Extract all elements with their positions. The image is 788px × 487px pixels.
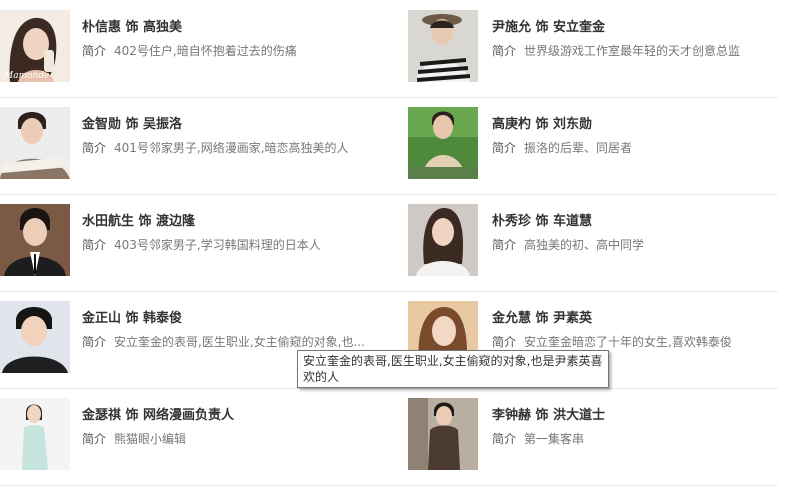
desc-text: 安立奎金的表哥,医生职业,女主偷窥的对象,也... <box>114 335 365 349</box>
desc-label: 简介 <box>82 44 107 58</box>
cast-desc: 简介 第一集客串 <box>492 430 584 447</box>
cast-row: Mamonde 朴信惠 饰 高独美 简介 402号住户,暗自怀抱着过去的伤痛 尹… <box>0 0 778 98</box>
desc-text: 安立奎金暗恋了十年的女生,喜欢韩泰俊 <box>524 335 732 349</box>
actor-photo[interactable] <box>0 107 70 179</box>
cast-item[interactable]: 水田航生 饰 渡边隆 简介 403号邻家男子,学习韩国料理的日本人 <box>0 204 400 276</box>
cast-name[interactable]: 朴秀珍 饰 车道慧 <box>492 210 592 229</box>
desc-text: 403号邻家男子,学习韩国料理的日本人 <box>114 238 321 252</box>
cast-desc: 简介 振洛的后辈、同居者 <box>492 139 632 156</box>
cast-item[interactable]: 李钟赫 饰 洪大道士 简介 第一集客串 <box>408 398 778 470</box>
actor-photo[interactable] <box>408 10 478 82</box>
desc-text: 401号邻家男子,网络漫画家,暗恋高独美的人 <box>114 141 349 155</box>
cast-name[interactable]: 金瑟祺 饰 网络漫画负责人 <box>82 404 234 423</box>
cast-name[interactable]: 金智勋 饰 吴振洛 <box>82 113 182 132</box>
desc-label: 简介 <box>82 335 107 349</box>
cast-name[interactable]: 李钟赫 饰 洪大道士 <box>492 404 605 423</box>
cast-desc: 简介 高独美的初、高中同学 <box>492 236 644 253</box>
cast-row: 水田航生 饰 渡边隆 简介 403号邻家男子,学习韩国料理的日本人 朴秀珍 饰 车… <box>0 194 778 292</box>
desc-text: 402号住户,暗自怀抱着过去的伤痛 <box>114 44 297 58</box>
description-tooltip: 安立奎金的表哥,医生职业,女主偷窥的对象,也是尹素英喜欢的人 <box>297 350 609 388</box>
desc-label: 简介 <box>492 335 517 349</box>
cast-desc: 简介 熊猫眼小编辑 <box>82 430 186 447</box>
cast-item[interactable]: 金智勋 饰 吴振洛 简介 401号邻家男子,网络漫画家,暗恋高独美的人 <box>0 107 400 179</box>
cast-row: 金智勋 饰 吴振洛 简介 401号邻家男子,网络漫画家,暗恋高独美的人 高庚杓 饰… <box>0 97 778 195</box>
actor-photo[interactable] <box>0 398 70 470</box>
cast-item[interactable]: 金瑟祺 饰 网络漫画负责人 简介 熊猫眼小编辑 <box>0 398 400 470</box>
desc-label: 简介 <box>492 432 517 446</box>
cast-item[interactable]: 朴秀珍 饰 车道慧 简介 高独美的初、高中同学 <box>408 204 778 276</box>
desc-text: 第一集客串 <box>524 432 585 446</box>
desc-label: 简介 <box>492 44 517 58</box>
actor-photo[interactable] <box>408 398 478 470</box>
cast-desc: 简介 401号邻家男子,网络漫画家,暗恋高独美的人 <box>82 139 349 156</box>
cast-desc: 简介 安立奎金暗恋了十年的女生,喜欢韩泰俊 <box>492 333 732 350</box>
actor-photo[interactable] <box>0 204 70 276</box>
cast-desc: 简介 403号邻家男子,学习韩国料理的日本人 <box>82 236 321 253</box>
desc-text: 世界级游戏工作室最年轻的天才创意总监 <box>524 44 741 58</box>
cast-name[interactable]: 尹施允 饰 安立奎金 <box>492 16 605 35</box>
cast-row: 金瑟祺 饰 网络漫画负责人 简介 熊猫眼小编辑 李钟赫 饰 洪大道士 简介 第一集客… <box>0 388 778 486</box>
cast-name[interactable]: 金允慧 饰 尹素英 <box>492 307 592 326</box>
cast-item[interactable]: 高庚杓 饰 刘东勋 简介 振洛的后辈、同居者 <box>408 107 778 179</box>
desc-text: 振洛的后辈、同居者 <box>524 141 633 155</box>
desc-label: 简介 <box>82 141 107 155</box>
cast-name[interactable]: 水田航生 饰 渡边隆 <box>82 210 195 229</box>
cast-item[interactable]: 尹施允 饰 安立奎金 简介 世界级游戏工作室最年轻的天才创意总监 <box>408 10 778 82</box>
cast-desc: 简介 安立奎金的表哥,医生职业,女主偷窥的对象,也... <box>82 333 365 350</box>
desc-label: 简介 <box>82 238 107 252</box>
actor-photo[interactable]: Mamonde <box>0 10 70 82</box>
desc-label: 简介 <box>492 238 517 252</box>
cast-name[interactable]: 金正山 饰 韩泰俊 <box>82 307 182 326</box>
cast-desc: 简介 402号住户,暗自怀抱着过去的伤痛 <box>82 42 297 59</box>
cast-name[interactable]: 高庚杓 饰 刘东勋 <box>492 113 592 132</box>
desc-label: 简介 <box>492 141 517 155</box>
desc-text: 高独美的初、高中同学 <box>524 238 645 252</box>
photo-caption: Mamonde <box>3 71 49 81</box>
cast-name[interactable]: 朴信惠 饰 高独美 <box>82 16 182 35</box>
desc-text: 熊猫眼小编辑 <box>114 432 187 446</box>
cast-desc: 简介 世界级游戏工作室最年轻的天才创意总监 <box>492 42 740 59</box>
actor-photo[interactable] <box>408 107 478 179</box>
desc-label: 简介 <box>82 432 107 446</box>
actor-photo[interactable] <box>0 301 70 373</box>
cast-item[interactable]: Mamonde 朴信惠 饰 高独美 简介 402号住户,暗自怀抱着过去的伤痛 <box>0 10 400 82</box>
actor-photo[interactable] <box>408 204 478 276</box>
